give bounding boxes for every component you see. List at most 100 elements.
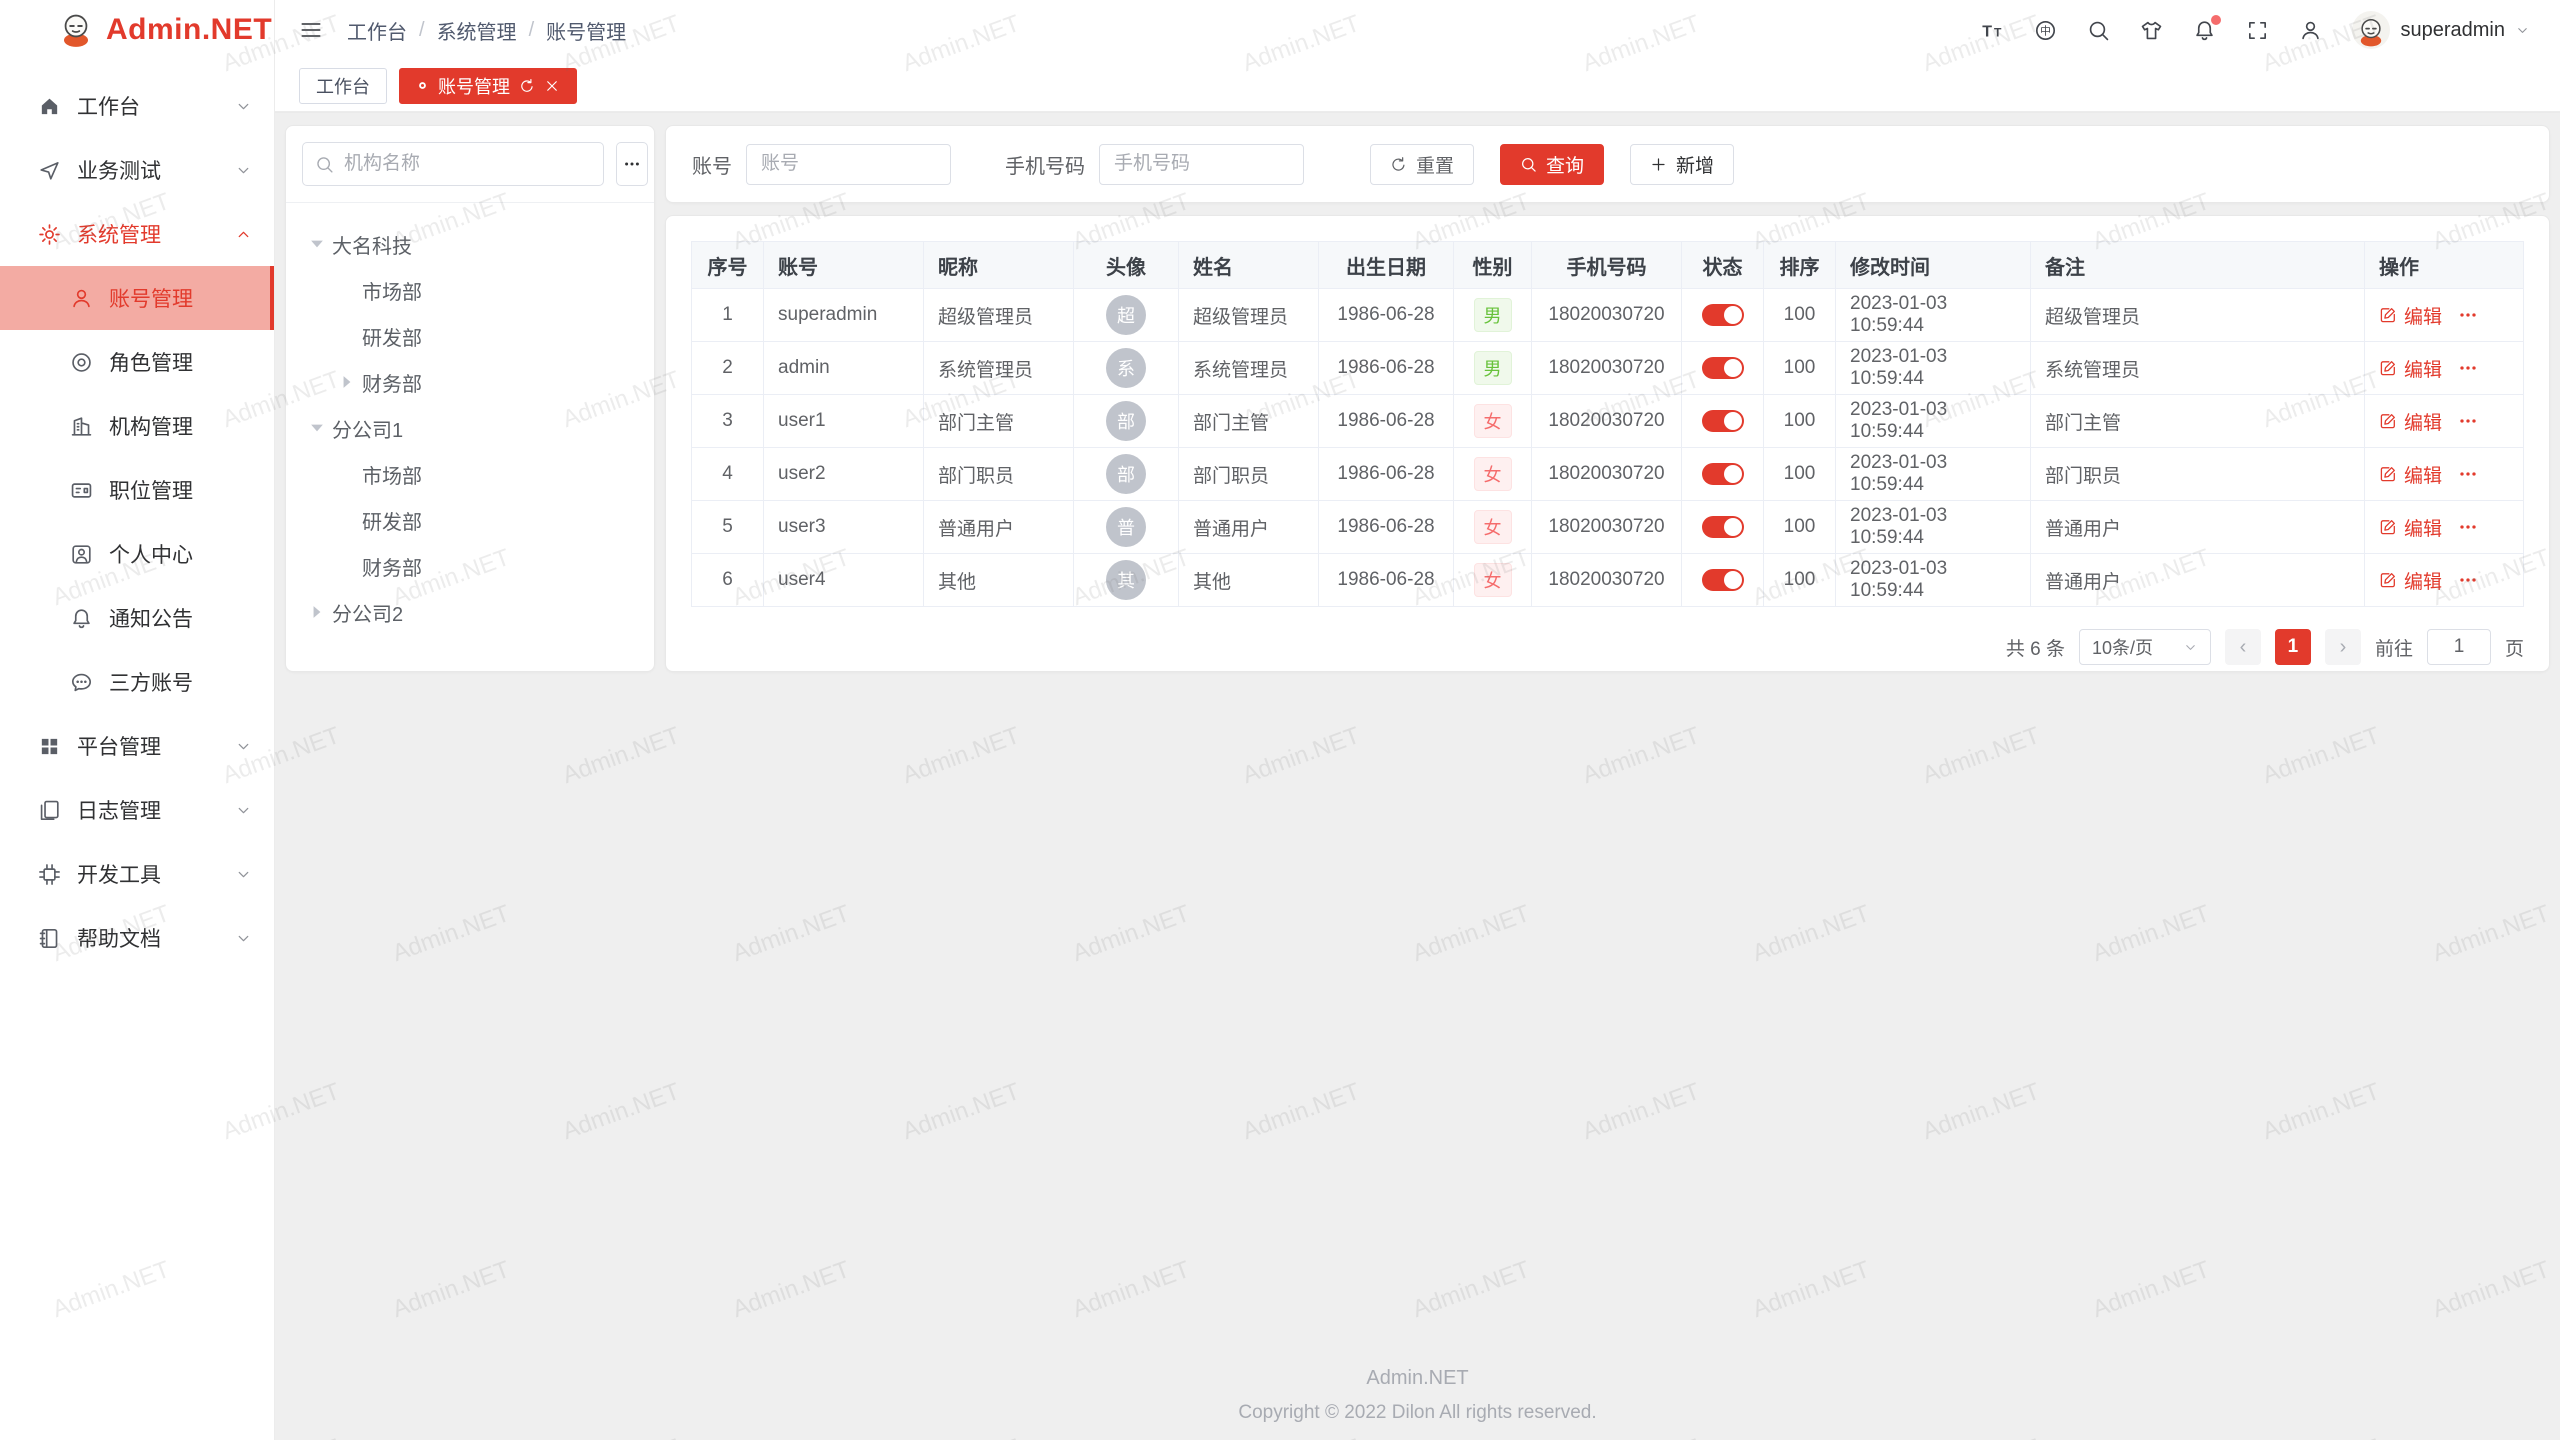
caret-down-icon[interactable]	[306, 417, 328, 439]
sidebar-item-工作台[interactable]: 工作台	[0, 74, 274, 138]
prev-page-button[interactable]: ‹	[2225, 629, 2261, 665]
status-toggle[interactable]	[1702, 357, 1744, 379]
page-size-select[interactable]: 10条/页	[2079, 629, 2211, 665]
account-input[interactable]	[746, 144, 951, 185]
edit-button[interactable]: 编辑	[2379, 302, 2442, 329]
tree-node-财务部[interactable]: 财务部	[292, 543, 648, 589]
phone-input[interactable]	[1099, 144, 1304, 185]
edit-icon	[2379, 359, 2397, 377]
sidebar-item-通知公告[interactable]: 通知公告	[0, 586, 274, 650]
sidebar-item-系统管理[interactable]: 系统管理	[0, 202, 274, 266]
fullscreen-icon[interactable]	[2246, 19, 2269, 42]
caret-down-icon[interactable]	[306, 233, 328, 255]
sidebar-item-开发工具[interactable]: 开发工具	[0, 842, 274, 906]
search-icon	[1520, 156, 1537, 173]
cell-remark: 普通用户	[2031, 501, 2365, 553]
caret-right-icon[interactable]	[336, 371, 358, 393]
sidebar-item-机构管理[interactable]: 机构管理	[0, 394, 274, 458]
tree-node-研发部[interactable]: 研发部	[292, 313, 648, 359]
tab-close-icon[interactable]	[544, 78, 560, 94]
sidebar-item-业务测试[interactable]: 业务测试	[0, 138, 274, 202]
chevron-down-icon	[235, 98, 252, 115]
tree-node-研发部[interactable]: 研发部	[292, 497, 648, 543]
sidebar-item-角色管理[interactable]: 角色管理	[0, 330, 274, 394]
sidebar-item-账号管理[interactable]: 账号管理	[0, 266, 274, 330]
add-label: 新增	[1676, 151, 1714, 178]
sidebar-item-label: 工作台	[77, 91, 235, 121]
user-menu[interactable]: superadmin	[2352, 11, 2530, 49]
tab-refresh-icon[interactable]	[519, 78, 535, 94]
more-actions-icon[interactable]	[2458, 464, 2478, 484]
caret-right-icon[interactable]	[306, 601, 328, 623]
font-size-icon[interactable]: TT	[1981, 19, 2004, 42]
footer-copyright: Copyright © 2022 Dilon All rights reserv…	[275, 1402, 2560, 1424]
chevron-down-icon	[235, 802, 252, 819]
sidebar-item-个人中心[interactable]: 个人中心	[0, 522, 274, 586]
breadcrumb-item[interactable]: 系统管理	[437, 16, 517, 45]
org-more-button[interactable]	[616, 142, 648, 186]
more-actions-icon[interactable]	[2458, 411, 2478, 431]
more-actions-icon[interactable]	[2458, 358, 2478, 378]
row-avatar: 超	[1106, 295, 1146, 335]
status-toggle[interactable]	[1702, 516, 1744, 538]
tab-工作台[interactable]: 工作台	[299, 68, 387, 104]
logo[interactable]: Admin.NET	[0, 0, 274, 60]
edit-button[interactable]: 编辑	[2379, 408, 2442, 435]
notification-icon[interactable]	[2193, 19, 2216, 42]
breadcrumb-item[interactable]: 工作台	[347, 16, 407, 45]
search-icon[interactable]	[2087, 19, 2110, 42]
cell-account: user1	[764, 395, 924, 447]
add-button[interactable]: 新增	[1630, 144, 1734, 185]
column-header-account: 账号	[764, 242, 924, 288]
org-search-input[interactable]	[342, 152, 591, 176]
status-toggle[interactable]	[1702, 463, 1744, 485]
column-header-avatar: 头像	[1074, 242, 1179, 288]
sidebar-item-职位管理[interactable]: 职位管理	[0, 458, 274, 522]
tab-账号管理[interactable]: 账号管理	[399, 68, 577, 104]
tree-node-大名科技[interactable]: 大名科技	[292, 221, 648, 267]
plus-icon	[1650, 156, 1667, 173]
tree-node-市场部[interactable]: 市场部	[292, 451, 648, 497]
next-page-button[interactable]: ›	[2325, 629, 2361, 665]
sidebar-item-label: 个人中心	[109, 539, 252, 569]
language-icon[interactable]: 中	[2034, 19, 2057, 42]
current-page[interactable]: 1	[2275, 629, 2311, 665]
edit-button[interactable]: 编辑	[2379, 461, 2442, 488]
edit-label: 编辑	[2404, 408, 2442, 435]
filter-bar: 账号 手机号码 重置 查询 新增	[665, 125, 2550, 203]
edit-label: 编辑	[2404, 302, 2442, 329]
tree-node-市场部[interactable]: 市场部	[292, 267, 648, 313]
cell-birth: 1986-06-28	[1319, 395, 1454, 447]
more-actions-icon[interactable]	[2458, 305, 2478, 325]
cell-sort: 100	[1764, 501, 1836, 553]
toggle-knob	[1724, 571, 1742, 589]
status-toggle[interactable]	[1702, 569, 1744, 591]
tree-node-分公司1[interactable]: 分公司1	[292, 405, 648, 451]
more-actions-icon[interactable]	[2458, 570, 2478, 590]
tree-node-分公司2[interactable]: 分公司2	[292, 589, 648, 635]
collapse-menu-icon[interactable]	[299, 18, 323, 42]
sidebar-item-日志管理[interactable]: 日志管理	[0, 778, 274, 842]
cell-nickname: 部门职员	[924, 448, 1074, 500]
edit-button[interactable]: 编辑	[2379, 567, 2442, 594]
sidebar-item-三方账号[interactable]: 三方账号	[0, 650, 274, 714]
goto-page-input[interactable]	[2427, 629, 2491, 665]
sidebar-item-帮助文档[interactable]: 帮助文档	[0, 906, 274, 970]
sidebar-item-平台管理[interactable]: 平台管理	[0, 714, 274, 778]
tree-node-财务部[interactable]: 财务部	[292, 359, 648, 405]
edit-button[interactable]: 编辑	[2379, 355, 2442, 382]
toggle-knob	[1724, 518, 1742, 536]
cell-gender: 女	[1454, 501, 1532, 553]
cell-name: 超级管理员	[1179, 289, 1319, 341]
status-toggle[interactable]	[1702, 304, 1744, 326]
profile-icon[interactable]	[2299, 19, 2322, 42]
search-button[interactable]: 查询	[1500, 144, 1604, 185]
status-toggle[interactable]	[1702, 410, 1744, 432]
theme-icon[interactable]	[2140, 19, 2163, 42]
cell-nickname: 部门主管	[924, 395, 1074, 447]
reset-button[interactable]: 重置	[1370, 144, 1474, 185]
edit-button[interactable]: 编辑	[2379, 514, 2442, 541]
more-actions-icon[interactable]	[2458, 517, 2478, 537]
column-header-remark: 备注	[2031, 242, 2365, 288]
cell-sort: 100	[1764, 395, 1836, 447]
